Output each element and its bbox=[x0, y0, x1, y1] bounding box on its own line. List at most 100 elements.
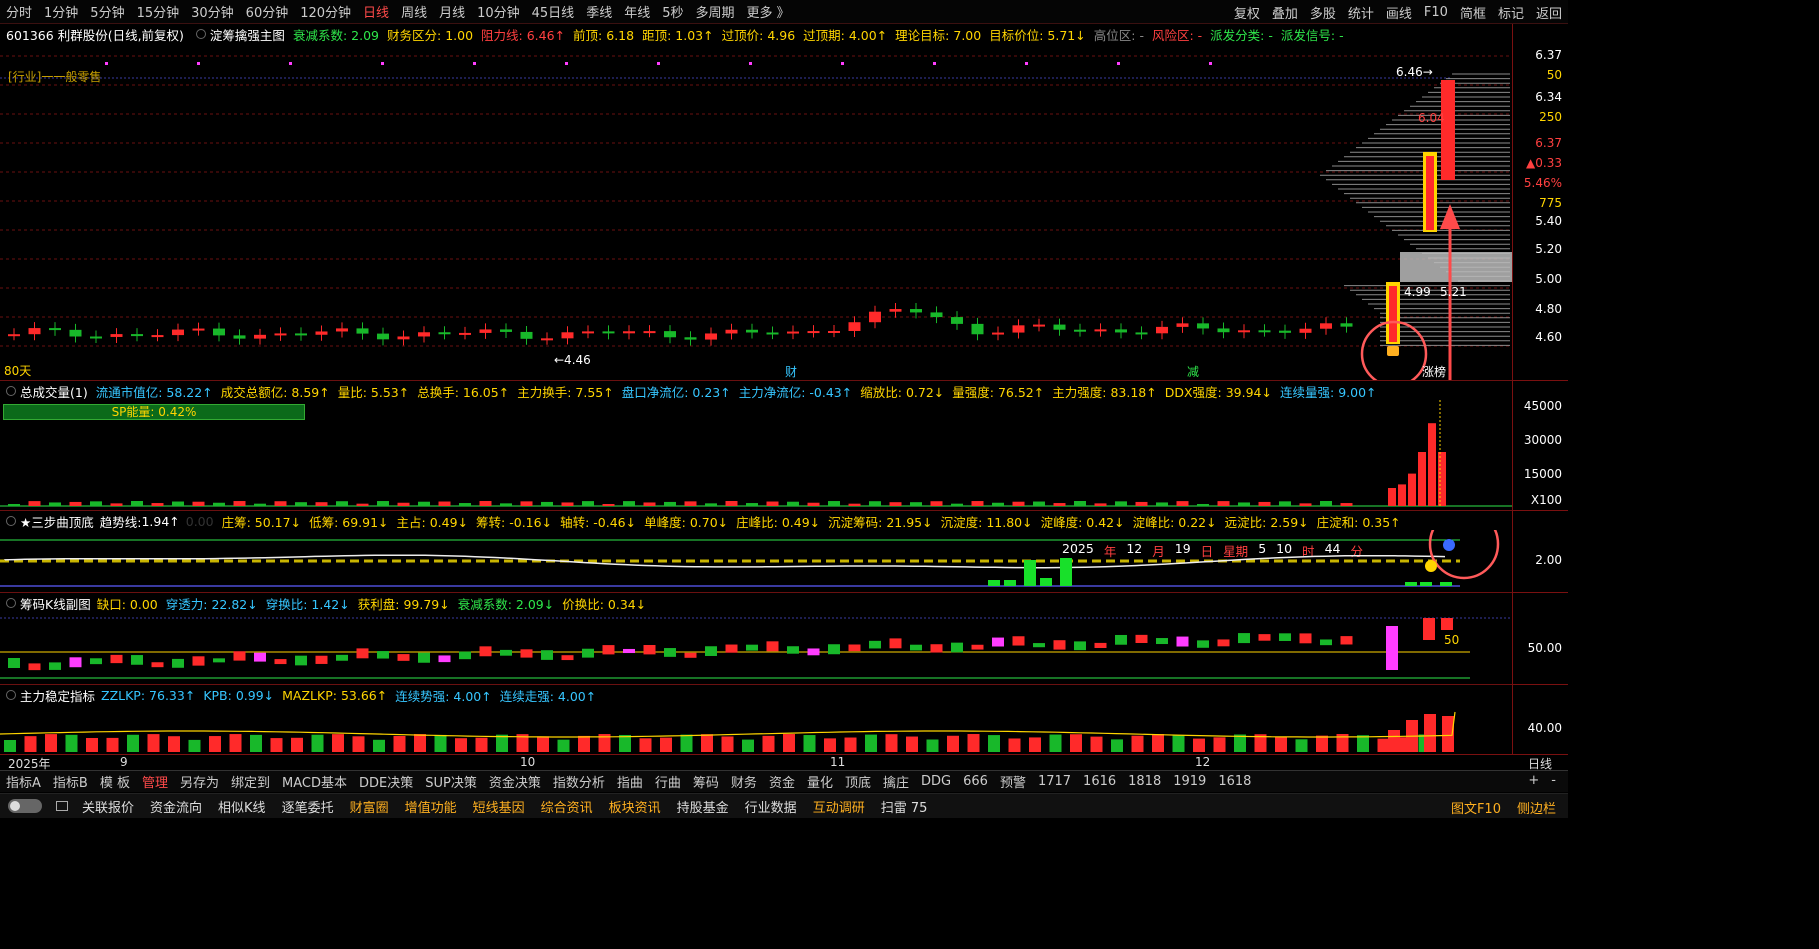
toggle-switch[interactable] bbox=[8, 799, 42, 813]
indicator-tab-0[interactable]: 指标A bbox=[0, 772, 47, 791]
indicator-tab-13[interactable]: 筹码 bbox=[687, 772, 725, 791]
info-tab-11[interactable]: 互动调研 bbox=[805, 797, 873, 816]
period-tab-15[interactable]: 多周期 bbox=[690, 2, 741, 21]
info-tab-9[interactable]: 持股基金 bbox=[669, 797, 737, 816]
main-force-chart[interactable] bbox=[0, 704, 1512, 754]
toolbar-right-2[interactable]: 多股 bbox=[1304, 3, 1342, 22]
indicator-tab-7[interactable]: DDE决策 bbox=[353, 772, 419, 791]
info-tab-5[interactable]: 增值功能 bbox=[397, 797, 465, 816]
indicator-tab-11[interactable]: 指曲 bbox=[611, 772, 649, 791]
toolbar-right-4[interactable]: 画线 bbox=[1380, 3, 1418, 22]
indicator-tab-3[interactable]: 管理 bbox=[136, 772, 174, 791]
period-tab-12[interactable]: 季线 bbox=[580, 2, 618, 21]
period-tab-4[interactable]: 30分钟 bbox=[185, 2, 240, 21]
face-icon-yellow bbox=[1425, 560, 1437, 572]
period-tab-3[interactable]: 15分钟 bbox=[131, 2, 186, 21]
period-tab-13[interactable]: 年线 bbox=[618, 2, 656, 21]
force-bar bbox=[291, 737, 303, 752]
info-tab-7[interactable]: 综合资讯 bbox=[533, 797, 601, 816]
indicator-tab-20[interactable]: 666 bbox=[957, 774, 994, 789]
vol-metric-value: 5.53↑ bbox=[370, 384, 410, 400]
indicator-tab-22[interactable]: 1717 bbox=[1032, 774, 1077, 789]
info-tab-1[interactable]: 资金流向 bbox=[142, 797, 210, 816]
info-tab-8[interactable]: 板块资讯 bbox=[601, 797, 669, 816]
bottom-right-1[interactable]: 侧边栏 bbox=[1509, 798, 1564, 817]
settings-icon[interactable] bbox=[195, 29, 206, 39]
indicator-tab-25[interactable]: 1919 bbox=[1167, 774, 1212, 789]
indicator-tab-15[interactable]: 资金 bbox=[763, 772, 801, 791]
indicator-tab-24[interactable]: 1818 bbox=[1122, 774, 1167, 789]
indicator-tab-14[interactable]: 财务 bbox=[725, 772, 763, 791]
zoom-button-0[interactable]: + bbox=[1522, 773, 1545, 788]
chip-candle bbox=[336, 654, 348, 661]
info-tab-0[interactable]: 关联报价 bbox=[74, 797, 142, 816]
info-tab-12[interactable]: 扫雷 75 bbox=[873, 797, 936, 816]
info-tab-4[interactable]: 财富圈 bbox=[342, 797, 397, 816]
chip-candle bbox=[1115, 634, 1127, 645]
indicator-tab-12[interactable]: 行曲 bbox=[649, 772, 687, 791]
list-icon[interactable] bbox=[56, 801, 68, 811]
signal-dot bbox=[841, 62, 844, 65]
bottom-right-0[interactable]: 图文F10 bbox=[1443, 798, 1509, 817]
period-tab-10[interactable]: 10分钟 bbox=[471, 2, 526, 21]
step-title[interactable]: ★三步曲顶底 bbox=[20, 512, 94, 531]
candle-body bbox=[910, 309, 922, 313]
indicator-tab-23[interactable]: 1616 bbox=[1077, 774, 1122, 789]
indicator-tab-1[interactable]: 指标B bbox=[47, 772, 94, 791]
indicator-tab-19[interactable]: DDG bbox=[915, 774, 957, 789]
indicator-tab-10[interactable]: 指数分析 bbox=[547, 772, 611, 791]
indicator-tab-17[interactable]: 顶底 bbox=[839, 772, 877, 791]
period-tab-8[interactable]: 周线 bbox=[395, 2, 433, 21]
mf-settings-icon[interactable] bbox=[6, 690, 16, 700]
period-tab-14[interactable]: 5秒 bbox=[656, 2, 689, 21]
period-tab-11[interactable]: 45日线 bbox=[526, 2, 581, 21]
indicator-tab-8[interactable]: SUP决策 bbox=[419, 772, 483, 791]
step-settings-icon[interactable] bbox=[6, 516, 16, 526]
indicator-tab-9[interactable]: 资金决策 bbox=[483, 772, 547, 791]
period-tab-5[interactable]: 60分钟 bbox=[240, 2, 295, 21]
toolbar-right-3[interactable]: 统计 bbox=[1342, 3, 1380, 22]
indicator-tab-18[interactable]: 擒庄 bbox=[877, 772, 915, 791]
info-tab-10[interactable]: 行业数据 bbox=[737, 797, 805, 816]
indicator-tab-16[interactable]: 量化 bbox=[801, 772, 839, 791]
toolbar-right-1[interactable]: 叠加 bbox=[1266, 3, 1304, 22]
chip-candle bbox=[28, 663, 41, 671]
indicator-tab-5[interactable]: 绑定到 bbox=[225, 772, 276, 791]
mf-title[interactable]: 主力稳定指标 bbox=[20, 686, 95, 705]
toolbar-right-0[interactable]: 复权 bbox=[1228, 3, 1266, 22]
period-tab-7[interactable]: 日线 bbox=[357, 2, 395, 21]
indicator-tab-2[interactable]: 模 板 bbox=[94, 772, 136, 791]
info-tab-2[interactable]: 相似K线 bbox=[210, 797, 274, 816]
chip-kline-chart[interactable] bbox=[0, 612, 1512, 684]
period-tab-0[interactable]: 分时 bbox=[0, 2, 38, 21]
toolbar-right-6[interactable]: 简框 bbox=[1454, 3, 1492, 22]
toolbar-right-7[interactable]: 标记 bbox=[1492, 3, 1530, 22]
indicator-tab-4[interactable]: 另存为 bbox=[174, 772, 225, 791]
indicator-tab-26[interactable]: 1618 bbox=[1212, 774, 1257, 789]
period-tab-16[interactable]: 更多 》 bbox=[741, 2, 796, 21]
period-tab-2[interactable]: 5分钟 bbox=[84, 2, 130, 21]
toolbar-right-8[interactable]: 返回 bbox=[1530, 3, 1568, 22]
period-tab-9[interactable]: 月线 bbox=[433, 2, 471, 21]
info-tab-6[interactable]: 短线基因 bbox=[465, 797, 533, 816]
indicator-tab-21[interactable]: 预警 bbox=[994, 772, 1032, 791]
chip-title[interactable]: 筹码K线副图 bbox=[20, 594, 91, 613]
volume-title[interactable]: 总成交量(1) bbox=[20, 382, 88, 401]
period-tab-6[interactable]: 120分钟 bbox=[294, 2, 357, 21]
toolbar-right-5[interactable]: F10 bbox=[1418, 5, 1454, 20]
chip-settings-icon[interactable] bbox=[6, 598, 16, 608]
three-step-chart[interactable] bbox=[0, 530, 1512, 592]
indicator-tab-6[interactable]: MACD基本 bbox=[276, 772, 353, 791]
volume-settings-icon[interactable] bbox=[6, 386, 16, 396]
period-tab-1[interactable]: 1分钟 bbox=[38, 2, 84, 21]
volume-chart[interactable] bbox=[0, 400, 1512, 510]
main-indicator-name[interactable]: 淀筹擒强主图 bbox=[210, 25, 285, 44]
chip-candle bbox=[315, 655, 328, 664]
chip-metric-label: 价换比: bbox=[562, 596, 604, 612]
zoom-button-1[interactable]: - bbox=[1545, 773, 1562, 788]
volume-bar bbox=[418, 501, 430, 506]
force-bar bbox=[188, 739, 201, 752]
main-kline-chart[interactable]: ←4.46 6.46→ 6.04 4.99 5.21 财 减 涨榜 bbox=[0, 44, 1512, 380]
vol-metric-label: 流通市值亿: bbox=[95, 384, 163, 400]
info-tab-3[interactable]: 逐笔委托 bbox=[274, 797, 342, 816]
